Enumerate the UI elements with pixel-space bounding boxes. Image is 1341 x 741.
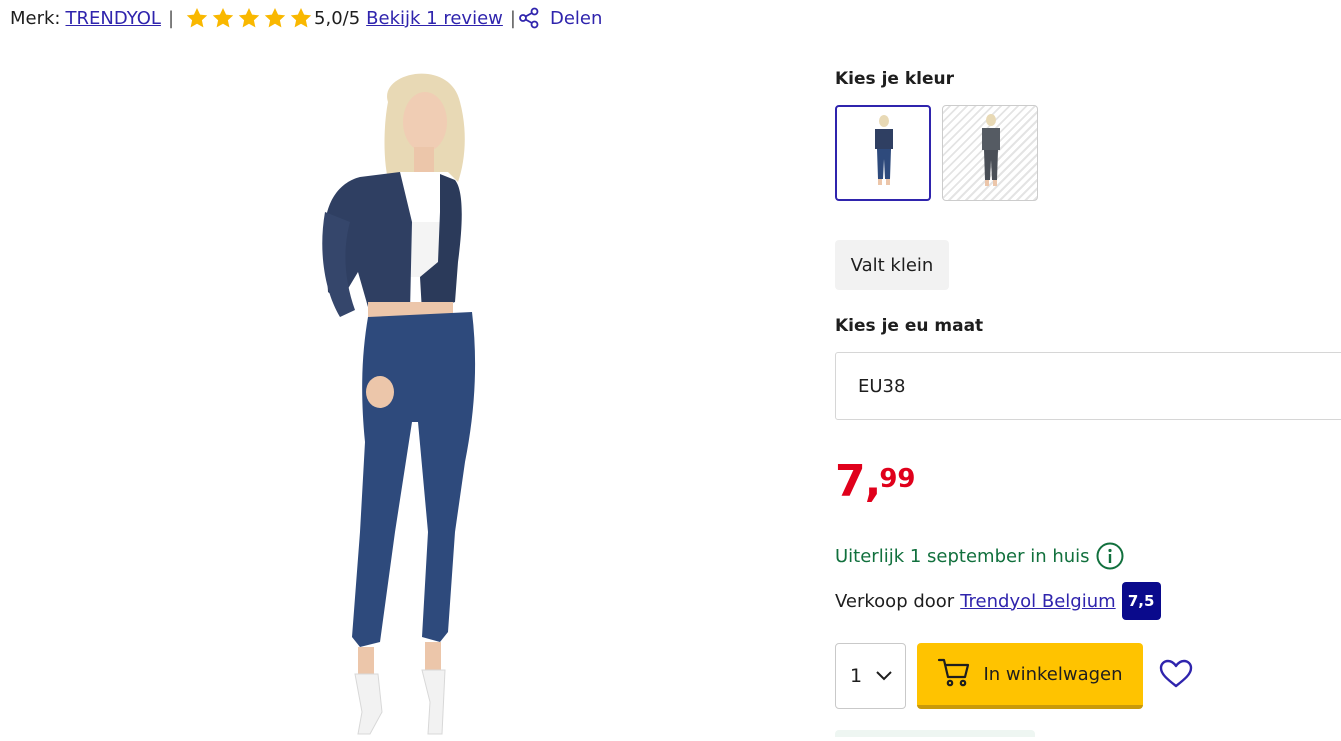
- color-heading: Kies je kleur: [835, 69, 954, 89]
- price-euros: 7: [835, 456, 866, 507]
- star-icon: [289, 7, 313, 29]
- star-icon: [263, 7, 287, 29]
- chevron-down-icon: [875, 665, 893, 687]
- brand-link[interactable]: TRENDYOL: [66, 8, 161, 29]
- quantity-value: 1: [850, 665, 863, 687]
- delivery-info: Uiterlijk 1 september in huis: [835, 541, 1124, 571]
- price: 7 , 99: [835, 460, 916, 504]
- seller-link[interactable]: Trendyol Belgium: [960, 591, 1115, 612]
- meta-divider: |: [509, 7, 516, 29]
- color-swatch-denim[interactable]: [835, 105, 931, 201]
- heart-icon: [1159, 659, 1193, 693]
- star-icon: [185, 7, 209, 29]
- add-to-cart-button[interactable]: In winkelwagen: [917, 643, 1143, 709]
- cart-icon: [937, 657, 971, 692]
- price-cents: 99: [879, 464, 916, 494]
- fit-indicator: Valt klein: [835, 240, 949, 290]
- product-image[interactable]: [300, 62, 520, 737]
- seller-score-badge: 7,5: [1121, 582, 1161, 620]
- size-heading: Kies je eu maat: [835, 316, 984, 336]
- share-link[interactable]: Delen: [550, 8, 602, 29]
- quantity-select[interactable]: 1: [835, 643, 906, 709]
- seller-label: Verkoop door: [835, 590, 955, 612]
- rating-stars: [185, 7, 313, 29]
- star-icon: [237, 7, 261, 29]
- seller-info: Verkoop door Trendyol Belgium 7,5: [835, 582, 1161, 620]
- size-select[interactable]: EU38: [835, 352, 1341, 420]
- meta-divider: |: [167, 7, 175, 29]
- delivery-text: Uiterlijk 1 september in huis: [835, 545, 1090, 567]
- share-icon[interactable]: [518, 7, 540, 29]
- info-icon[interactable]: [1096, 542, 1124, 570]
- add-to-cart-label: In winkelwagen: [983, 663, 1123, 685]
- color-swatch-grey[interactable]: [942, 105, 1038, 201]
- bottom-element-hint: [835, 730, 1035, 737]
- star-icon: [211, 7, 235, 29]
- rating-value: 5,0/5: [314, 7, 361, 29]
- product-meta-bar: Merk: TRENDYOL | 5,0/5 Bekijk 1 review |…: [10, 4, 602, 32]
- brand-label: Merk:: [10, 7, 61, 29]
- review-link[interactable]: Bekijk 1 review: [366, 8, 503, 29]
- size-selected-value: EU38: [858, 375, 906, 397]
- wishlist-button[interactable]: [1158, 658, 1194, 694]
